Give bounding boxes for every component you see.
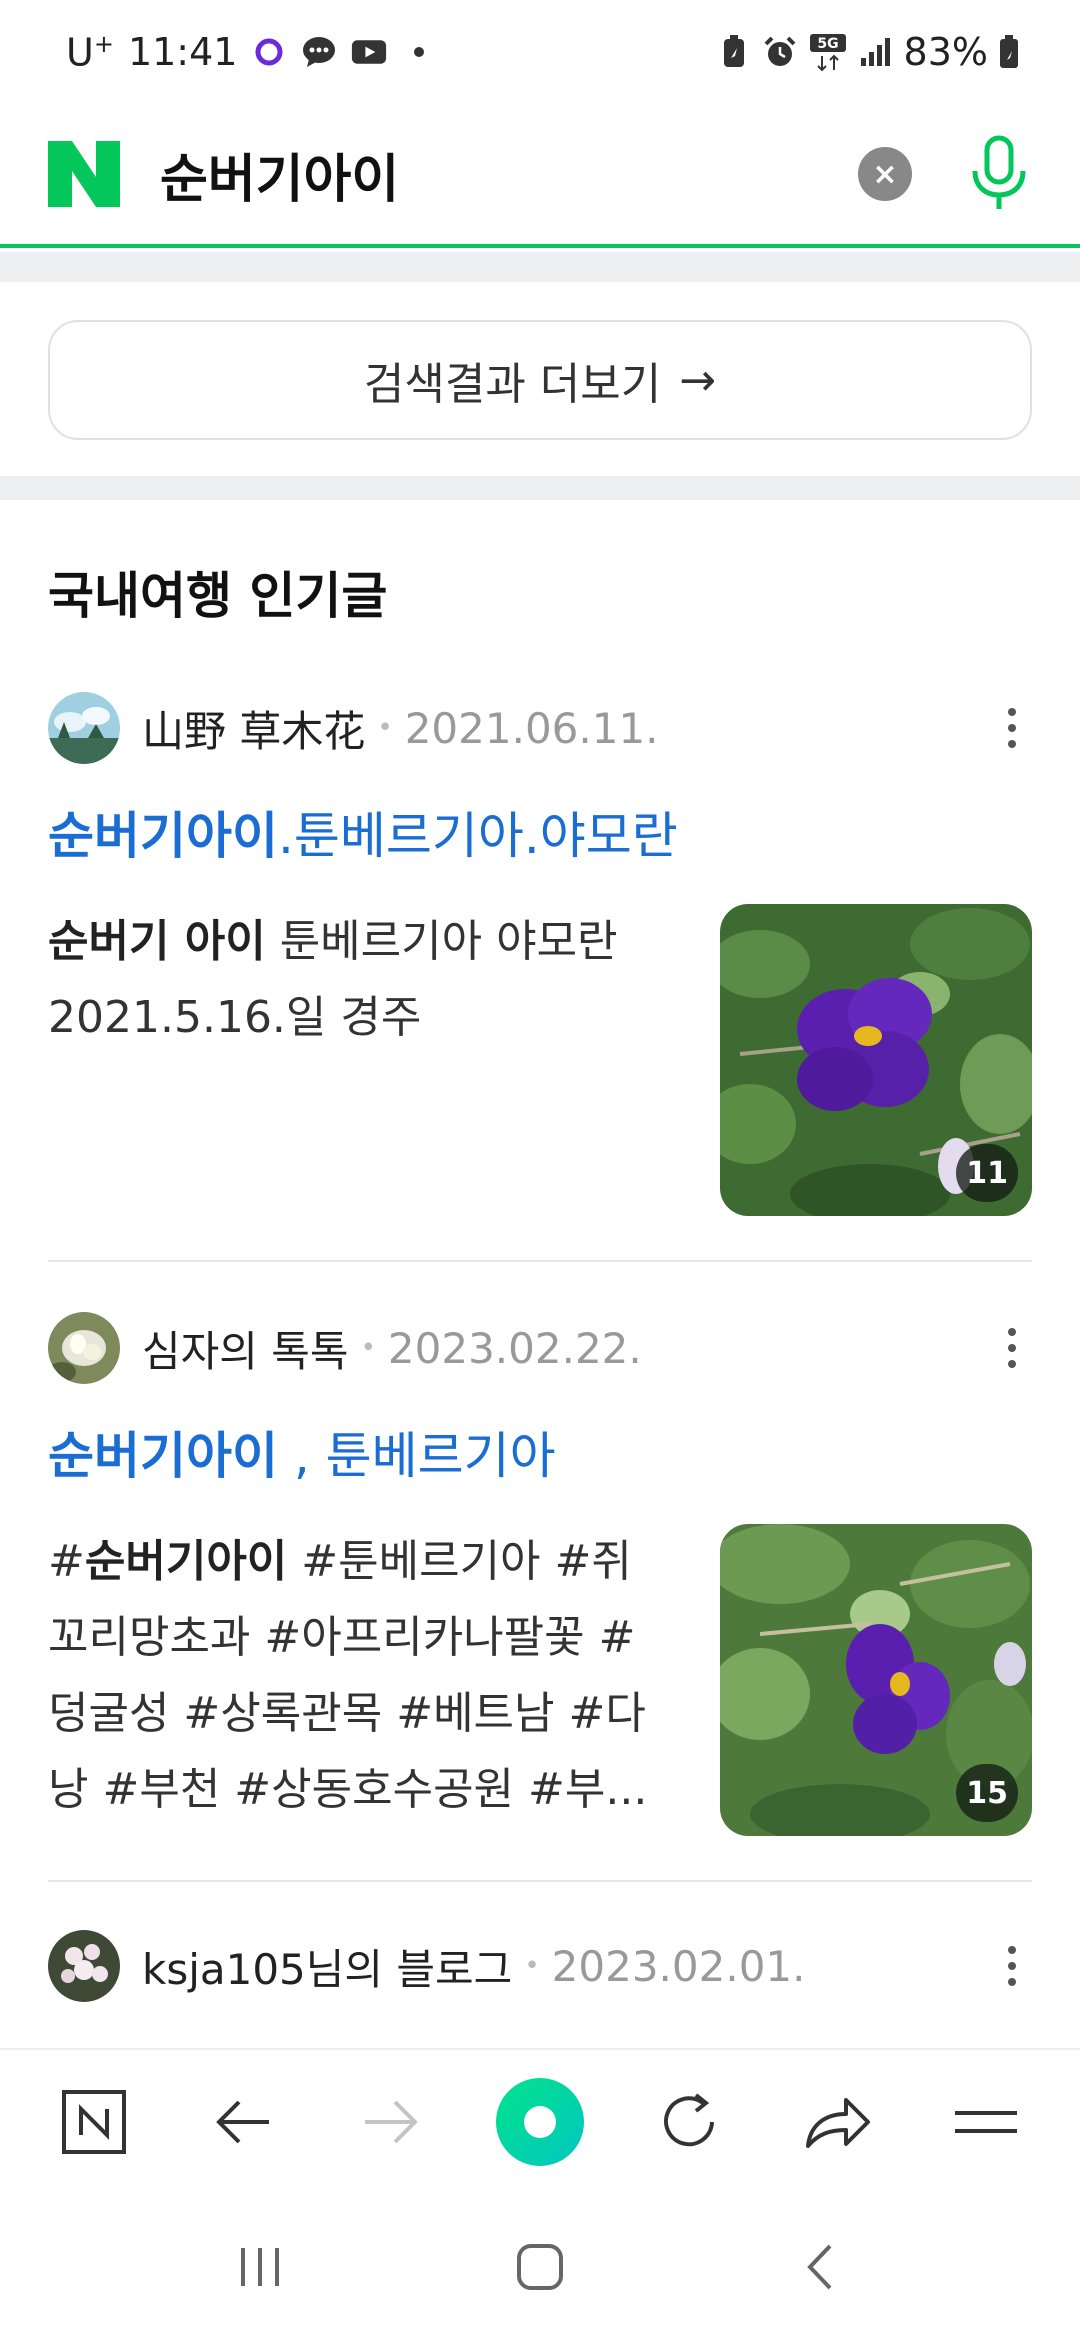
naver-logo[interactable]	[48, 141, 120, 207]
chat-icon	[301, 34, 337, 70]
section-gap	[0, 252, 1080, 282]
more-results-button[interactable]: 검색결과 더보기 →	[48, 320, 1032, 440]
post-title[interactable]: 순버기아이 , 툰베르기아	[48, 1416, 1032, 1488]
post-date: 2023.02.22.	[387, 1323, 642, 1373]
more-results-label: 검색결과 더보기	[363, 359, 662, 410]
mic-icon[interactable]	[966, 134, 1032, 214]
battery-percent: 83%	[903, 30, 988, 74]
more-options-icon[interactable]	[992, 1318, 1032, 1378]
arrow-right-icon: →	[679, 354, 717, 406]
author-name[interactable]: ksja105님의 블로그	[142, 1936, 512, 1997]
status-bar: U+ 11:41 5G 83%	[0, 0, 1080, 104]
home-icon[interactable]	[490, 2217, 590, 2317]
recent-apps-icon[interactable]	[210, 2217, 310, 2317]
avatar[interactable]	[48, 1312, 120, 1384]
battery-icon	[998, 34, 1020, 70]
naver-home-icon[interactable]	[44, 2072, 144, 2172]
green-dot-icon[interactable]	[490, 2072, 590, 2172]
forward-arrow-icon[interactable]	[341, 2072, 441, 2172]
share-icon[interactable]	[787, 2072, 887, 2172]
post-card[interactable]: ksja105님의 블로그 • 2023.02.01.	[48, 1928, 1032, 2004]
battery-saver-icon	[716, 34, 752, 70]
divider	[48, 1260, 1032, 1262]
browser-toolbar	[0, 2048, 1080, 2194]
post-card[interactable]: 심자의 톡톡 • 2023.02.22. 순버기아이 , 툰베르기아 #순버기아…	[48, 1310, 1032, 1836]
back-arrow-icon[interactable]	[193, 2072, 293, 2172]
circle-app-icon	[251, 34, 287, 70]
more-options-icon[interactable]	[992, 698, 1032, 758]
dot-icon	[401, 34, 437, 70]
post-thumbnail[interactable]: 11	[720, 904, 1032, 1216]
search-header: 순버기아이 ×	[0, 104, 1080, 248]
network-5g-icon: 5G	[808, 34, 848, 72]
signal-icon	[858, 34, 894, 70]
image-count-badge: 15	[956, 1764, 1018, 1822]
alarm-icon	[762, 34, 798, 70]
image-count-badge: 11	[956, 1144, 1018, 1202]
post-date: 2021.06.11.	[404, 703, 659, 753]
section-title: 국내여행 인기글	[48, 567, 388, 625]
more-options-icon[interactable]	[992, 1936, 1032, 1996]
clock: 11:41	[127, 30, 238, 74]
refresh-icon[interactable]	[639, 2072, 739, 2172]
post-thumbnail[interactable]: 15	[720, 1524, 1032, 1836]
clear-search-button[interactable]: ×	[858, 147, 912, 201]
author-name[interactable]: 심자의 톡톡	[142, 1318, 349, 1379]
post-excerpt[interactable]: 순버기 아이 툰베르기아 야모란 2021.5.16.일 경주	[48, 904, 668, 1216]
section-gap	[0, 476, 1080, 500]
post-title[interactable]: 순버기아이.툰베르기아.야모란	[48, 796, 1032, 868]
post-card[interactable]: 山野 草木花 • 2021.06.11. 순버기아이.툰베르기아.야모란 순버기…	[48, 690, 1032, 1216]
menu-icon[interactable]	[936, 2072, 1036, 2172]
post-date: 2023.02.01.	[551, 1941, 806, 1991]
svg-text:5G: 5G	[817, 36, 838, 52]
author-name[interactable]: 山野 草木花	[142, 698, 365, 759]
system-nav-bar	[0, 2194, 1080, 2340]
youtube-icon	[351, 34, 387, 70]
system-back-icon[interactable]	[770, 2217, 870, 2317]
avatar[interactable]	[48, 692, 120, 764]
carrier-label: U+	[66, 29, 114, 75]
post-excerpt[interactable]: #순버기아이 #툰베르기아 #쥐꼬리망초과 #아프리카나팔꽃 #덩굴성 #상록관…	[48, 1524, 668, 1836]
avatar[interactable]	[48, 1930, 120, 2002]
divider	[48, 1880, 1032, 1882]
search-input[interactable]: 순버기아이	[160, 137, 399, 212]
